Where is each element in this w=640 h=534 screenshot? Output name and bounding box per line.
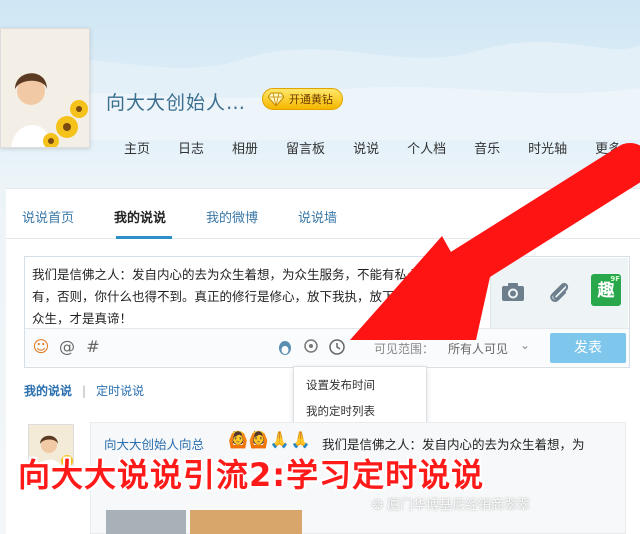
watermark-label: 厦门华博基尼经销商翠翠 <box>387 498 531 513</box>
nav-item-more[interactable]: 更多 <box>595 138 621 158</box>
tab-my-shuoshuo[interactable]: 我的说说 <box>114 207 166 226</box>
location-icon[interactable] <box>302 338 320 356</box>
post-filter-row: 我的说说 | 定时说说 <box>24 382 144 399</box>
visibility-label: 可见范围： <box>374 342 435 356</box>
nav-item-album[interactable]: 相册 <box>232 138 258 158</box>
qq-penguin-icon[interactable] <box>276 338 294 356</box>
tab-shuoshuo-wall[interactable]: 说说墙 <box>298 207 337 226</box>
post-image[interactable] <box>190 510 302 534</box>
nav-item-home[interactable]: 主页 <box>124 138 150 158</box>
wechat-icon: ❂ <box>372 498 383 513</box>
open-vip-button[interactable]: 开通黄钻 <box>262 88 343 110</box>
hashtag-icon[interactable]: # <box>84 338 102 356</box>
fun-app-icon[interactable]: 趣 9F <box>591 274 621 306</box>
nav-item-messageboard[interactable]: 留言板 <box>286 138 325 158</box>
watermark-text: ❂ 厦门华博基尼经销商翠翠 <box>372 494 530 513</box>
emoji-icon[interactable]: ☺ <box>32 338 50 356</box>
chevron-down-icon[interactable]: ⌄ <box>520 338 530 352</box>
overlay-caption: 向大大说说引流2:学习定时说说 <box>18 456 485 494</box>
fun-app-tag: 9F <box>610 275 620 283</box>
nav-item-shuoshuo[interactable]: 说说 <box>353 138 379 158</box>
mention-icon[interactable]: @ <box>58 338 76 356</box>
composer-tools: 趣 9F <box>490 258 628 328</box>
filter-timed-posts[interactable]: 定时说说 <box>96 384 144 398</box>
profile-avatar[interactable] <box>0 28 90 148</box>
shuoshuo-tabs: 说说首页 我的说说 我的微博 说说墙 <box>22 207 377 226</box>
filter-separator: | <box>82 384 87 398</box>
vip-label: 开通黄钻 <box>289 93 333 106</box>
nav-item-music[interactable]: 音乐 <box>474 138 500 158</box>
fun-app-label: 趣 <box>597 281 615 301</box>
diamond-icon <box>268 92 284 106</box>
menu-item-set-publish-time[interactable]: 设置发布时间 <box>306 377 375 393</box>
tab-shuoshuo-home[interactable]: 说说首页 <box>22 207 74 226</box>
nav-item-blog[interactable]: 日志 <box>178 138 204 158</box>
tab-divider <box>6 238 640 239</box>
composer-bottom-bar <box>25 328 629 366</box>
profile-nickname[interactable]: 向大大创始人… <box>106 88 246 115</box>
timer-icon[interactable] <box>328 338 346 356</box>
menu-item-my-timed-list[interactable]: 我的定时列表 <box>306 403 375 419</box>
composer-textarea[interactable]: 我们是信佛之人：发自内心的去为众生着想，为众生服务，不能有私心，更不能占有，否则… <box>32 264 490 330</box>
visibility-select[interactable]: 所有人可见 <box>448 340 508 357</box>
schedule-menu: 设置发布时间 我的定时列表 <box>293 366 427 426</box>
filter-my-posts[interactable]: 我的说说 <box>24 384 72 398</box>
camera-icon[interactable] <box>499 278 527 306</box>
profile-nav: 主页 日志 相册 留言板 说说 个人档 音乐 时光轴 更多 <box>124 138 640 158</box>
avatar-photo <box>1 29 89 147</box>
tab-my-weibo[interactable]: 我的微博 <box>206 207 258 226</box>
nav-item-timeline[interactable]: 时光轴 <box>528 138 567 158</box>
post-emojis: 🙆🙆🙏🙏 <box>228 430 312 449</box>
active-tab-indicator <box>116 236 172 239</box>
attachment-icon[interactable] <box>545 278 573 306</box>
publish-button[interactable]: 发表 <box>550 333 626 363</box>
nav-item-profile[interactable]: 个人档 <box>407 138 446 158</box>
header-background <box>0 42 640 140</box>
post-image[interactable] <box>106 510 186 534</box>
